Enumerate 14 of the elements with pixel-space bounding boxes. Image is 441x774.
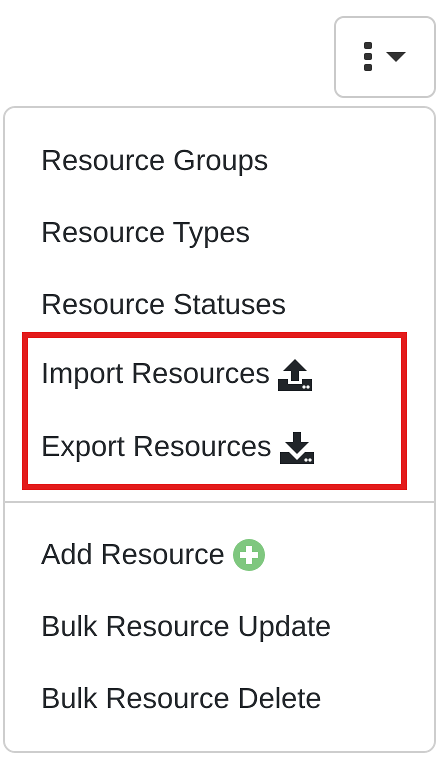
caret-icon [386, 52, 406, 62]
tray-download-icon [280, 432, 314, 464]
menu-item[interactable]: Resource Groups [5, 125, 434, 197]
menu-item[interactable]: Export Resources [28, 411, 401, 484]
menu-item[interactable]: Bulk Resource Update [5, 591, 434, 663]
kebab-icon [364, 42, 372, 72]
menu-item[interactable]: Resource Types [5, 197, 434, 269]
menu-item[interactable]: Bulk Resource Delete [5, 663, 434, 735]
more-button[interactable] [334, 16, 436, 98]
menu-item[interactable]: Add Resource [5, 519, 434, 591]
plus-circle-icon [232, 539, 265, 571]
tray-upload-icon [278, 358, 312, 390]
menu-item[interactable]: Import Resources [28, 338, 401, 411]
menu-item[interactable]: Resource Statuses [5, 269, 434, 341]
